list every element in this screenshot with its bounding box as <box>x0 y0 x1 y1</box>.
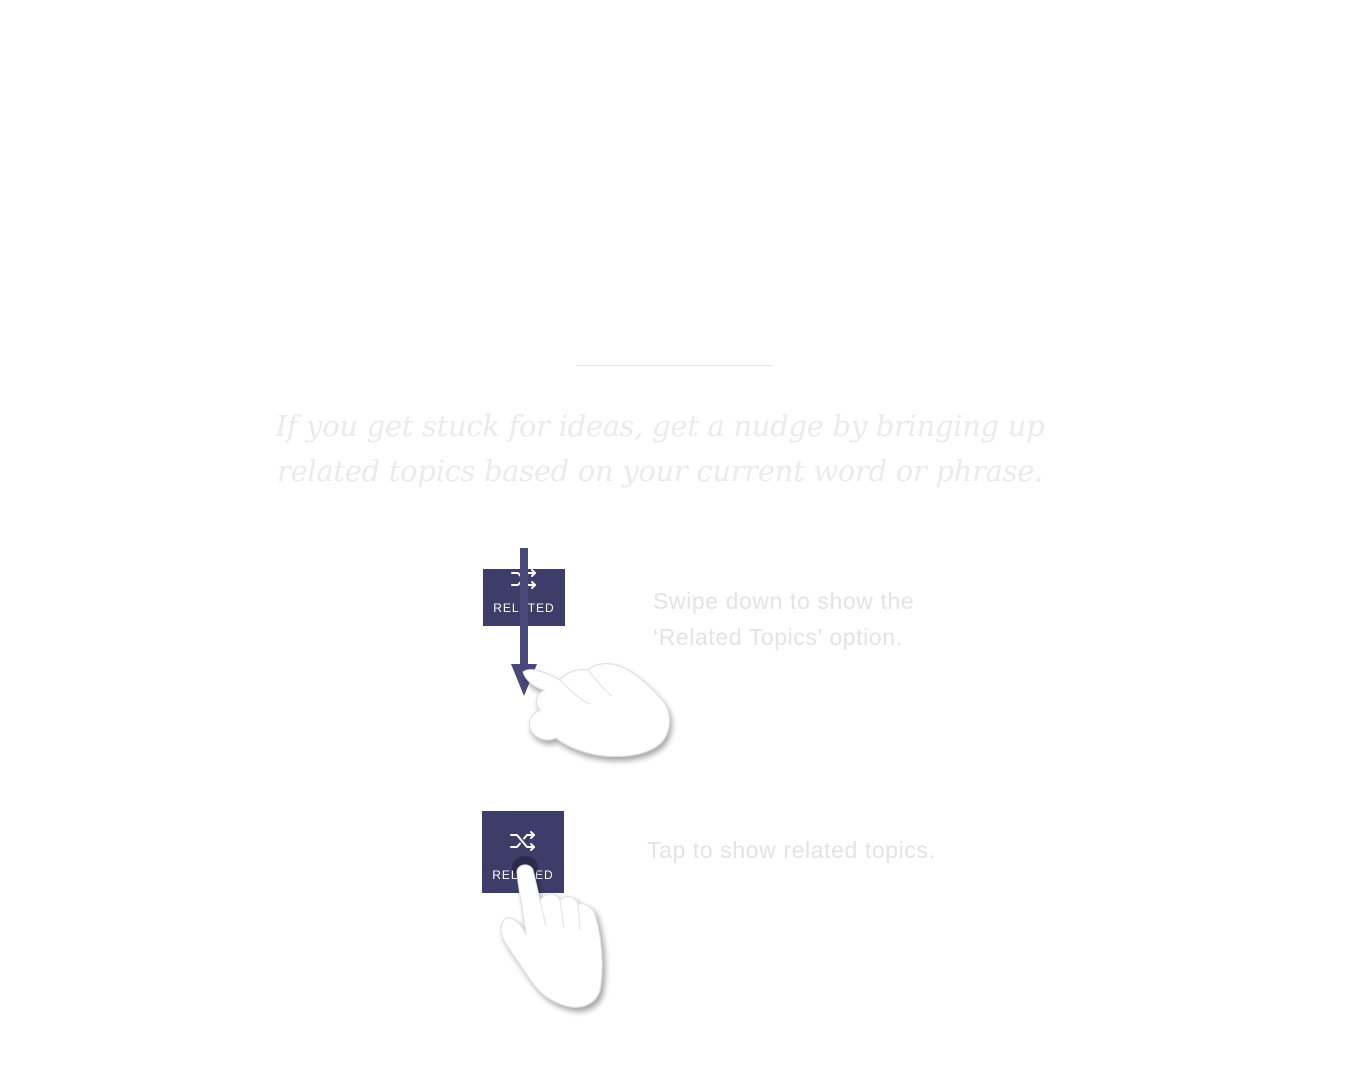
intro-text: If you get stuck for ideas, get a nudge … <box>275 409 1045 488</box>
tap-gesture-overlay <box>500 856 603 1008</box>
related-label: RELATED <box>493 601 555 615</box>
shuffle-icon <box>510 831 535 851</box>
tap-instruction: Tap to show related topics. <box>647 837 936 863</box>
swipe-down-hand-icon <box>522 663 670 757</box>
swipe-instruction: Swipe down to show the ‘Related Topics’ … <box>653 588 915 650</box>
related-label: RELATED <box>492 868 554 882</box>
related-button[interactable]: RELATED <box>482 811 564 893</box>
divider <box>576 365 773 366</box>
related-button[interactable]: RELATED <box>483 569 565 626</box>
tutorial-page: If you get stuck for ideas, get a nudge … <box>0 0 1348 1066</box>
swipe-gesture-overlay <box>511 548 670 757</box>
shuffle-icon <box>511 569 536 589</box>
